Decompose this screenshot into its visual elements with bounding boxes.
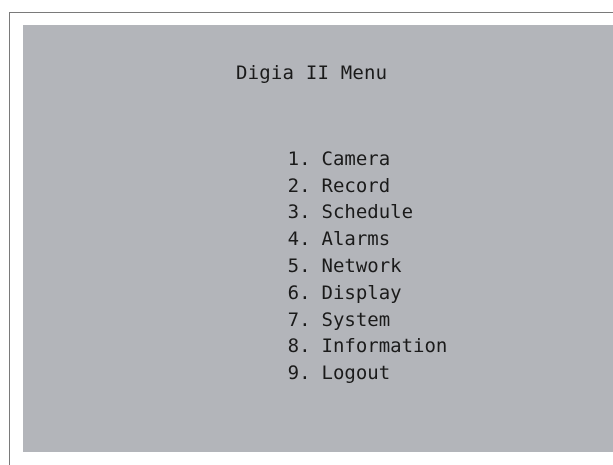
- menu-item-label: System: [321, 308, 391, 331]
- menu-item-number: 7.: [287, 308, 311, 331]
- menu-item-label: Information: [321, 335, 448, 358]
- menu-item-label: Camera: [321, 147, 391, 170]
- menu-item-label: Record: [321, 174, 391, 197]
- menu-item-number: 2.: [287, 174, 311, 197]
- menu-title: Digia II Menu: [236, 62, 388, 84]
- menu-item-number: 5.: [287, 254, 311, 277]
- menu-item-number: 1.: [287, 147, 311, 170]
- menu-item-camera[interactable]: 1. Camera: [219, 119, 447, 170]
- menu-item-label: Alarms: [321, 228, 391, 251]
- menu-item-label: Display: [321, 281, 402, 304]
- menu-item-number: 9.: [287, 362, 311, 385]
- menu-item-number: 6.: [287, 281, 311, 304]
- menu-item-label: Schedule: [321, 201, 414, 224]
- menu-item-number: 8.: [287, 335, 311, 358]
- menu-screen: Digia II Menu 1. Camera 2. Record 3. Schedu…: [23, 25, 613, 452]
- main-menu: 1. Camera 2. Record 3. Schedule 4. Alarms 5.…: [219, 119, 448, 384]
- menu-item-label: Logout: [321, 362, 391, 385]
- menu-item-label: Network: [321, 254, 402, 277]
- menu-item-number: 3.: [287, 201, 311, 224]
- menu-item-number: 4.: [287, 228, 311, 251]
